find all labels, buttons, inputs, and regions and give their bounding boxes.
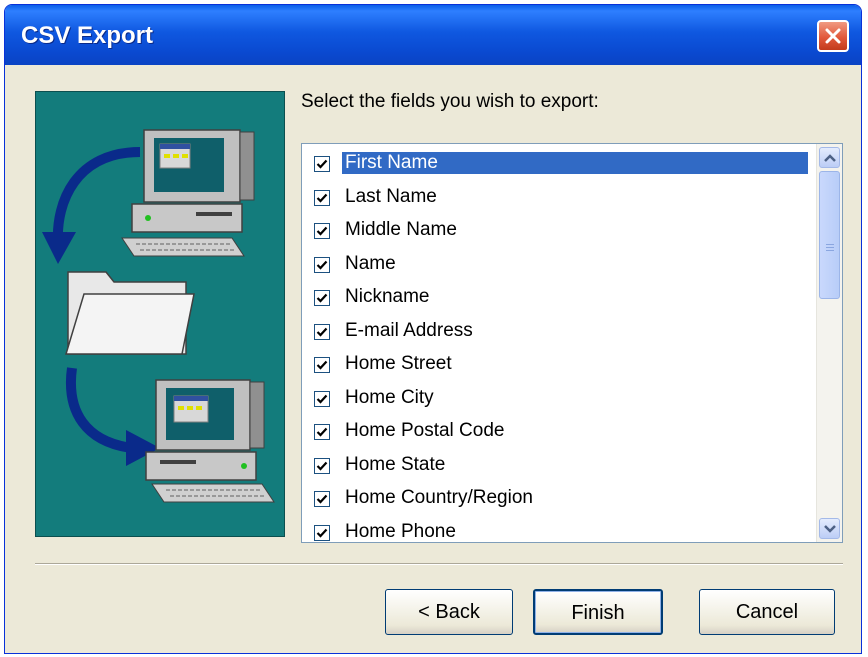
scroll-up-button[interactable] xyxy=(819,147,840,168)
chevron-down-icon xyxy=(824,525,836,533)
back-button[interactable]: < Back xyxy=(385,589,513,635)
checkmark-icon xyxy=(316,193,328,203)
list-item-label: Home Street xyxy=(345,353,452,374)
checkbox[interactable] xyxy=(314,156,330,172)
list-item[interactable]: Last Name xyxy=(306,184,806,214)
vertical-scrollbar[interactable] xyxy=(816,144,842,542)
checkmark-icon xyxy=(316,159,328,169)
checkbox[interactable] xyxy=(314,390,330,407)
field-list[interactable]: First Name Last Name Middle Name Name Nickna… xyxy=(301,143,843,543)
checkbox[interactable] xyxy=(314,524,330,541)
checkbox[interactable] xyxy=(314,189,330,206)
list-item[interactable]: Home State xyxy=(306,452,806,482)
list-item-label: Middle Name xyxy=(345,219,457,240)
checkmark-icon xyxy=(316,226,328,236)
checkbox[interactable] xyxy=(314,357,330,373)
checkbox[interactable] xyxy=(314,424,330,440)
chevron-up-icon xyxy=(824,154,836,162)
grip-line xyxy=(826,247,834,248)
checkmark-icon xyxy=(316,327,328,337)
list-item[interactable]: Home Country/Region xyxy=(306,485,806,515)
csv-export-dialog: CSV Export Select the fields you wish to… xyxy=(4,4,862,654)
list-item[interactable]: Home City xyxy=(306,385,806,415)
list-item-label: First Name xyxy=(342,152,808,174)
list-item-label: Home Phone xyxy=(345,520,456,542)
list-item-label: E-mail Address xyxy=(345,319,473,341)
instruction-label: Select the fields you wish to export: xyxy=(301,91,599,112)
list-item[interactable]: Home Postal Code xyxy=(306,418,806,448)
separator xyxy=(35,563,843,565)
list-item-label: Last Name xyxy=(345,185,437,207)
list-item-label: Home Postal Code xyxy=(345,420,505,441)
computer-transfer-icon xyxy=(42,129,275,503)
list-item[interactable]: First Name xyxy=(306,150,808,180)
grip-line xyxy=(826,244,834,245)
scroll-down-button[interactable] xyxy=(819,518,840,539)
title-bar[interactable]: CSV Export xyxy=(5,5,861,65)
list-item-label: Name xyxy=(345,252,396,274)
list-item-label: Nickname xyxy=(345,286,430,307)
checkmark-icon xyxy=(316,260,328,270)
checkmark-icon xyxy=(316,394,328,404)
export-illustration xyxy=(35,91,285,537)
checkbox[interactable] xyxy=(314,457,330,474)
checkmark-icon xyxy=(316,293,328,303)
list-item[interactable]: Nickname xyxy=(306,284,806,314)
checkbox[interactable] xyxy=(314,223,330,239)
checkmark-icon xyxy=(316,494,328,504)
checkmark-icon xyxy=(316,528,328,538)
checkmark-icon xyxy=(316,427,328,437)
finish-button[interactable]: Finish xyxy=(533,589,663,635)
checkmark-icon xyxy=(316,461,328,471)
checkmark-icon xyxy=(316,360,328,370)
close-icon xyxy=(825,28,841,44)
list-item-label: Home State xyxy=(345,453,446,475)
list-item-label: Home City xyxy=(345,386,434,408)
close-button[interactable] xyxy=(817,20,849,52)
checkbox[interactable] xyxy=(314,256,330,273)
list-item[interactable]: Middle Name xyxy=(306,217,806,247)
grip-line xyxy=(826,250,834,251)
list-item-label: Home Country/Region xyxy=(345,487,533,508)
source-computer-icon xyxy=(121,129,255,257)
window-title: CSV Export xyxy=(21,22,154,49)
folder-icon xyxy=(64,271,195,355)
list-item[interactable]: Home Street xyxy=(306,351,806,381)
list-item[interactable]: Name xyxy=(306,251,806,281)
destination-computer-icon xyxy=(145,379,275,503)
checkbox[interactable] xyxy=(314,323,330,340)
checkbox[interactable] xyxy=(314,491,330,507)
checkbox[interactable] xyxy=(314,290,330,306)
list-item[interactable]: E-mail Address xyxy=(306,318,806,348)
cancel-button[interactable]: Cancel xyxy=(699,589,835,635)
list-item[interactable]: Home Phone xyxy=(306,519,806,543)
scroll-thumb[interactable] xyxy=(819,171,840,299)
